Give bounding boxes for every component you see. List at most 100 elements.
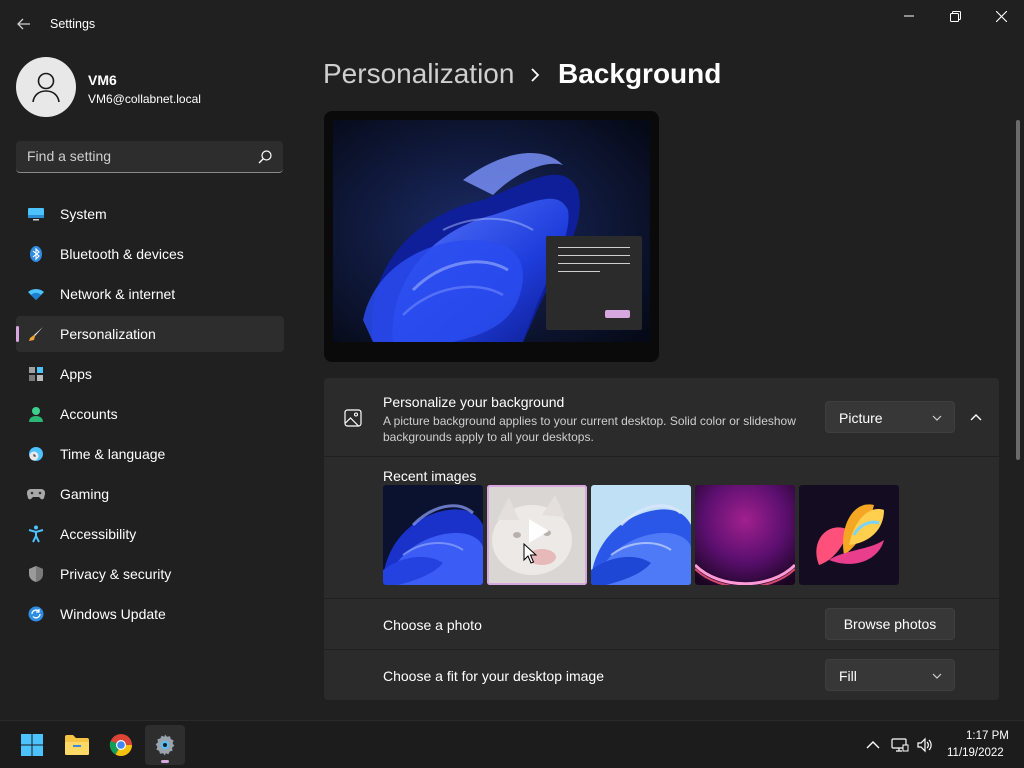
volume-icon[interactable]: [916, 737, 934, 753]
sidebar-item-label: Gaming: [60, 486, 110, 502]
settings-button[interactable]: [145, 725, 185, 765]
restore-icon: [949, 10, 961, 22]
user-name: VM6: [88, 72, 117, 88]
sidebar-item-network[interactable]: Network & internet: [16, 276, 284, 312]
sidebar-item-label: Windows Update: [60, 606, 166, 622]
chevron-down-icon: [932, 415, 942, 421]
choose-fit-label: Choose a fit for your desktop image: [383, 668, 605, 684]
sidebar-item-label: Accounts: [60, 406, 118, 422]
background-type-dropdown[interactable]: Picture: [825, 401, 955, 433]
update-icon: [27, 606, 45, 622]
search-box[interactable]: [16, 141, 283, 173]
sidebar-item-bluetooth[interactable]: Bluetooth & devices: [16, 236, 284, 272]
chevron-right-icon: [531, 68, 540, 82]
sidebar-item-label: Privacy & security: [60, 566, 172, 582]
chrome-button[interactable]: [101, 725, 141, 765]
search-input[interactable]: [16, 141, 246, 171]
taskbar: 1:17 PM 11/19/2022: [0, 720, 1024, 768]
clock-date[interactable]: 11/19/2022: [947, 747, 1004, 759]
blue-bloom-light-image: [591, 485, 691, 585]
chevron-up-icon[interactable]: [864, 737, 882, 753]
gear-icon: [155, 734, 175, 756]
windows-logo-icon: [21, 734, 43, 756]
close-button[interactable]: [978, 0, 1024, 32]
sidebar-item-personalization[interactable]: Personalization: [16, 316, 284, 352]
browse-photos-button[interactable]: Browse photos: [825, 608, 955, 640]
sidebar-item-label: Apps: [60, 366, 92, 382]
file-explorer-button[interactable]: [57, 725, 97, 765]
user-email: VM6@collabnet.local: [88, 92, 201, 106]
accessibility-icon: [27, 525, 45, 543]
sidebar-item-windows-update[interactable]: Windows Update: [16, 596, 284, 632]
scrollbar[interactable]: [1016, 120, 1020, 460]
choose-fit-row: Choose a fit for your desktop image Fill: [324, 650, 999, 700]
sidebar-item-label: Bluetooth & devices: [60, 246, 184, 262]
user-icon: [32, 72, 60, 103]
recent-image-purple-glow[interactable]: [695, 485, 795, 585]
sidebar-item-label: Network & internet: [60, 286, 176, 302]
sidebar-item-gaming[interactable]: Gaming: [16, 476, 284, 512]
sidebar-item-privacy[interactable]: Privacy & security: [16, 556, 284, 592]
clock-globe-icon: [27, 446, 45, 462]
close-icon: [995, 10, 1007, 22]
fit-value: Fill: [839, 668, 857, 684]
recent-image-blue-bloom-light[interactable]: [591, 485, 691, 585]
image-icon: [344, 409, 362, 427]
choose-photo-row: Choose a photo Browse photos: [324, 599, 999, 649]
gamepad-icon: [27, 486, 45, 502]
sidebar-item-time-language[interactable]: Time & language: [16, 436, 284, 472]
network-icon[interactable]: [891, 737, 909, 753]
recent-image-blue-bloom-dark[interactable]: [383, 485, 483, 585]
page-title: Background: [558, 58, 722, 89]
shield-icon: [27, 566, 45, 582]
chevron-down-icon: [932, 673, 942, 679]
blue-bloom-dark-image: [383, 485, 483, 585]
choose-photo-label: Choose a photo: [383, 617, 482, 633]
active-app-indicator: [161, 760, 169, 763]
cat-video-image: [487, 485, 587, 585]
personalize-background-title: Personalize your background: [383, 394, 565, 410]
back-arrow-icon: [17, 18, 30, 30]
sample-accent-button: [605, 310, 630, 318]
fit-dropdown[interactable]: Fill: [825, 659, 955, 691]
avatar[interactable]: [16, 57, 76, 117]
breadcrumb-parent[interactable]: Personalization: [323, 58, 514, 90]
wallpaper-preview: [333, 120, 650, 342]
personalize-background-description: A picture background applies to your cur…: [383, 414, 796, 444]
recent-image-colorful-bloom[interactable]: [799, 485, 899, 585]
paintbrush-icon: [27, 326, 45, 342]
minimize-button[interactable]: [886, 0, 932, 32]
background-type-value: Picture: [839, 410, 883, 426]
monitor-icon: [27, 206, 45, 222]
sidebar-item-accounts[interactable]: Accounts: [16, 396, 284, 432]
person-icon: [27, 406, 45, 422]
sidebar-item-apps[interactable]: Apps: [16, 356, 284, 392]
purple-glow-image: [695, 485, 795, 585]
app-title: Settings: [50, 17, 96, 31]
sidebar-item-system[interactable]: System: [16, 196, 284, 232]
chrome-icon: [109, 734, 132, 756]
chevron-up-icon: [970, 414, 982, 421]
sidebar-item-label: Accessibility: [60, 526, 137, 542]
back-button[interactable]: [8, 10, 40, 38]
mouse-cursor-icon: [523, 543, 537, 564]
sidebar-item-label: Time & language: [60, 446, 166, 462]
clock-time[interactable]: 1:17 PM: [966, 730, 1009, 742]
selection-indicator: [16, 326, 19, 342]
desktop-preview: [324, 111, 659, 362]
search-icon[interactable]: [257, 149, 273, 165]
minimize-icon: [904, 15, 914, 17]
title-bar: Settings: [0, 0, 1024, 48]
restore-button[interactable]: [932, 0, 978, 32]
personalize-background-row[interactable]: Personalize your background A picture ba…: [324, 378, 999, 456]
folder-icon: [65, 735, 89, 755]
sidebar-item-accessibility[interactable]: Accessibility: [16, 516, 284, 552]
sample-window-preview: [546, 236, 642, 330]
collapse-button[interactable]: [963, 401, 989, 433]
recent-images-label: Recent images: [383, 468, 477, 484]
start-button[interactable]: [12, 725, 52, 765]
sidebar-item-label: Personalization: [60, 326, 156, 342]
recent-image-cat-video[interactable]: [487, 485, 587, 585]
colorful-bloom-image: [799, 485, 899, 585]
bluetooth-icon: [27, 246, 45, 262]
